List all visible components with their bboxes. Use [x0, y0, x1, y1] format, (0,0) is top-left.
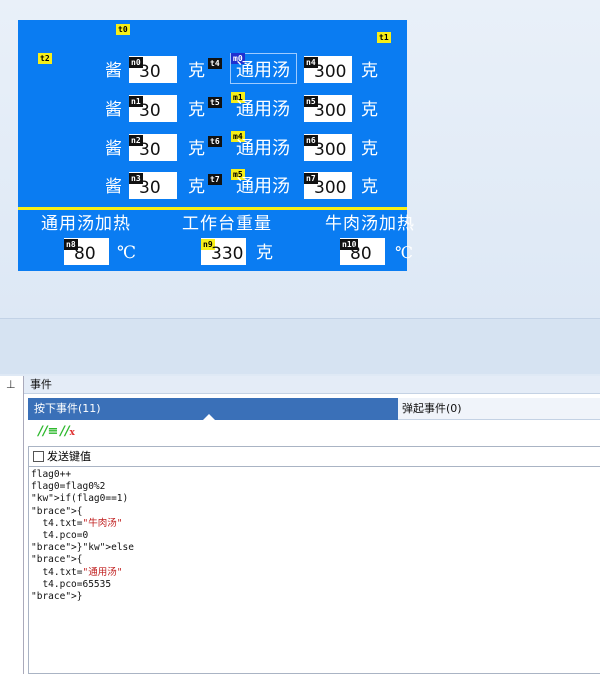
- sauce-label: 酱: [105, 139, 122, 159]
- gram-unit-label: 克: [188, 177, 205, 197]
- code-toolbar: //≡ //x: [28, 422, 600, 444]
- canvas-bottom-band: [0, 318, 600, 374]
- gram-unit-label: 克: [188, 100, 205, 120]
- n8-unit: ℃: [117, 243, 137, 263]
- soup-text-tag[interactable]: t5: [208, 97, 222, 108]
- sauce-number-field[interactable]: n1 30: [129, 95, 177, 122]
- n8-value: 80: [74, 244, 96, 264]
- uncomment-lines-glyph: //: [60, 424, 70, 439]
- code-line: t4.pco=65535: [31, 578, 112, 590]
- sauce-label: 酱: [105, 177, 122, 197]
- gram-unit-label: 克: [188, 139, 205, 159]
- sauce-value: 30: [139, 62, 161, 82]
- code-line: flag0=flag0%2: [31, 481, 106, 493]
- soup-text-tag[interactable]: t4: [208, 58, 222, 69]
- n9-unit: 克: [256, 243, 273, 263]
- sauce-number-field[interactable]: n3 30: [129, 172, 177, 199]
- send-key-label: 发送键值: [47, 449, 91, 463]
- soup-text-tag[interactable]: t6: [208, 136, 222, 147]
- code-line: "brace">{: [31, 554, 83, 566]
- tab-release-event[interactable]: 弹起事件(0): [398, 398, 600, 420]
- event-panel-title: 事件: [24, 376, 600, 394]
- n10-unit: ℃: [395, 243, 413, 262]
- gram-unit-label: 克: [361, 61, 378, 81]
- sauce-number-field[interactable]: n0 30: [129, 56, 177, 83]
- code-editor[interactable]: 发送键值 flag0++ flag0=flag0%2 "kw">if(flag0==…: [28, 446, 600, 674]
- event-tabs: 按下事件(11) 弹起事件(0): [28, 398, 600, 420]
- uncomment-lines-icon[interactable]: //x: [60, 424, 75, 439]
- soup-weight-value: 300: [314, 178, 347, 198]
- sauce-value: 30: [139, 140, 161, 160]
- code-line: t4.txt="通用汤": [31, 566, 123, 578]
- sauce-number-field[interactable]: n2 30: [129, 134, 177, 161]
- n9-value: 330: [211, 244, 244, 264]
- n9-number-field[interactable]: n9 330: [201, 238, 246, 265]
- soup-weight-value: 300: [314, 140, 347, 160]
- soup-toggle-button[interactable]: 通用汤: [236, 61, 290, 81]
- sauce-value: 30: [139, 178, 161, 198]
- t0-tag[interactable]: t0: [116, 24, 130, 35]
- gram-unit-label: 克: [361, 177, 378, 197]
- t2-tag[interactable]: t2: [38, 53, 52, 64]
- left-panel-edge: ⊥: [0, 376, 24, 674]
- n8-number-field[interactable]: n8 80: [64, 238, 109, 265]
- sauce-label: 酱: [105, 61, 122, 81]
- gram-unit-label: 克: [188, 61, 205, 81]
- code-line: flag0++: [31, 469, 72, 480]
- gram-unit-label: 克: [361, 100, 378, 120]
- soup-toggle-button[interactable]: 通用汤: [236, 139, 290, 159]
- soup-weight-field[interactable]: n5 300: [304, 95, 352, 122]
- comment-lines-icon[interactable]: //≡: [38, 424, 58, 439]
- soup-weight-value: 300: [314, 101, 347, 121]
- code-line: "brace">}: [31, 590, 83, 602]
- workbench-weight-label: 工作台重量: [182, 214, 272, 234]
- general-soup-heat-label: 通用汤加热: [41, 214, 131, 234]
- code-line: t4.txt="牛肉汤": [31, 517, 123, 529]
- design-canvas: t0 t1 t2 酱 n0 30 克 t4 m0 通用汤 n4 300 克 酱 …: [0, 0, 600, 318]
- soup-weight-field[interactable]: n7 300: [304, 172, 352, 199]
- soup-toggle-button[interactable]: 通用汤: [236, 100, 290, 120]
- code-text[interactable]: flag0++ flag0=flag0%2 "kw">if(flag0==1) "br…: [29, 467, 600, 603]
- soup-weight-field[interactable]: n4 300: [304, 56, 352, 83]
- sauce-value: 30: [139, 101, 161, 121]
- yellow-divider: [18, 207, 407, 210]
- pin-icon[interactable]: ⊥: [6, 378, 16, 391]
- hmi-screen[interactable]: t0 t1 t2 酱 n0 30 克 t4 m0 通用汤 n4 300 克 酱 …: [18, 20, 414, 271]
- beef-soup-heat-label: 牛肉汤加热: [325, 214, 415, 234]
- soup-text-tag[interactable]: t7: [208, 174, 222, 185]
- send-key-checkbox[interactable]: [33, 451, 44, 462]
- code-line: "brace">{: [31, 505, 83, 517]
- gram-unit-label: 克: [361, 139, 378, 159]
- active-tab-caret: [203, 414, 215, 420]
- event-panel: 事件 按下事件(11) 弹起事件(0) //≡ //x 发送键值 flag0++…: [24, 376, 600, 674]
- code-line: t4.pco=0: [31, 529, 89, 541]
- sauce-label: 酱: [105, 100, 122, 120]
- uncomment-x-mark: x: [69, 428, 75, 438]
- comment-lines-glyph: //≡: [38, 424, 59, 439]
- soup-weight-value: 300: [314, 62, 347, 82]
- t1-tag[interactable]: t1: [377, 32, 391, 43]
- soup-toggle-button[interactable]: 通用汤: [236, 177, 290, 197]
- n10-number-field[interactable]: n10 80: [340, 238, 385, 265]
- send-key-row[interactable]: 发送键值: [29, 447, 600, 467]
- n10-value: 80: [350, 244, 372, 264]
- code-line: "kw">if(flag0==1): [31, 493, 129, 505]
- soup-weight-field[interactable]: n6 300: [304, 134, 352, 161]
- code-line: "brace">}"kw">else: [31, 542, 134, 554]
